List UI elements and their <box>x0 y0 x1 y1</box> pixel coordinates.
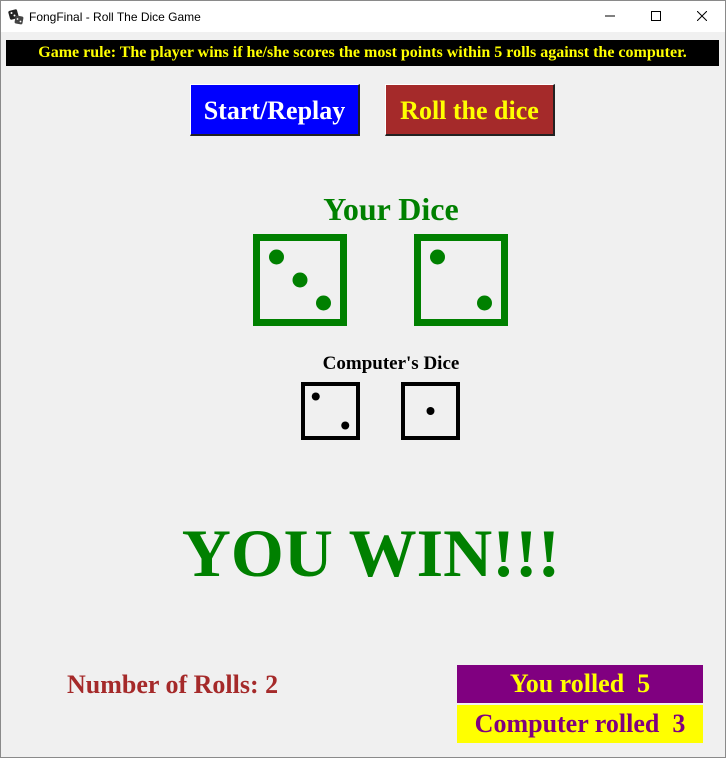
die-pip <box>430 249 445 265</box>
close-icon <box>696 8 708 26</box>
result-message: YOU WIN!!! <box>181 515 561 591</box>
maximize-button[interactable] <box>633 1 679 32</box>
maximize-icon <box>651 8 661 26</box>
die-pip <box>426 407 435 415</box>
computer-die-2 <box>401 382 460 440</box>
your-dice-title: Your Dice <box>323 191 459 227</box>
title-bar[interactable]: FongFinal - Roll The Dice Game <box>1 1 725 32</box>
window-title: FongFinal - Roll The Dice Game <box>29 10 201 24</box>
roll-dice-button[interactable]: Roll the dice <box>385 84 555 136</box>
computer-rolled-score: Computer rolled 3 <box>457 705 703 743</box>
computer-die-1 <box>301 382 360 440</box>
game-rule-banner: Game rule: The player wins if he/she sco… <box>6 40 719 66</box>
computer-dice-title: Computer's Dice <box>322 353 460 374</box>
number-of-rolls: Number of Rolls: 2 <box>67 670 279 699</box>
player-die-2 <box>414 234 508 326</box>
die-pip <box>311 392 320 401</box>
die-face <box>301 382 360 440</box>
minimize-button[interactable] <box>587 1 633 32</box>
die-pip <box>316 295 331 311</box>
minimize-icon <box>605 8 615 26</box>
die-face <box>414 234 508 326</box>
close-button[interactable] <box>679 1 725 32</box>
player-die-1 <box>253 234 347 326</box>
you-rolled-score: You rolled 5 <box>457 665 703 703</box>
app-window: FongFinal - Roll The Dice Game Game rule… <box>0 0 726 758</box>
dice-icon <box>8 9 24 25</box>
die-pip <box>477 295 492 311</box>
die-pip <box>269 249 284 265</box>
start-replay-button[interactable]: Start/Replay <box>190 84 360 136</box>
die-pip <box>292 272 308 288</box>
die-pip <box>341 421 350 430</box>
